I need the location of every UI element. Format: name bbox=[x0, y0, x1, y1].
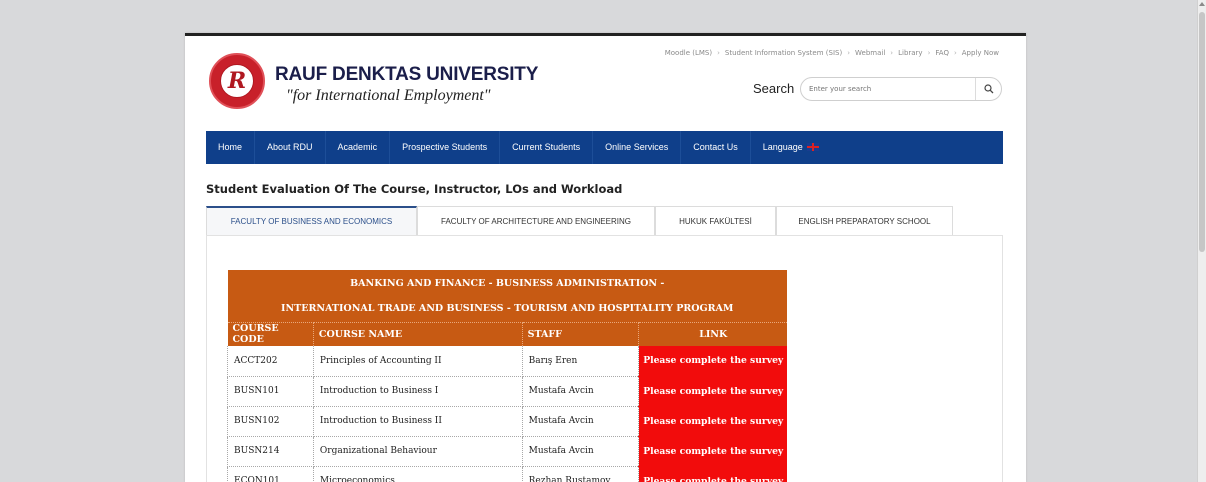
column-header-course-code: COURSE CODE bbox=[227, 321, 314, 346]
course-name: Introduction to Business II bbox=[312, 406, 523, 437]
table-row: BUSN101 Introduction to Business I Musta… bbox=[227, 376, 787, 407]
search-label: Search bbox=[753, 81, 795, 96]
nav-about-rdu[interactable]: About RDU bbox=[255, 131, 326, 164]
search-button[interactable] bbox=[975, 78, 1001, 100]
top-link-faq[interactable]: FAQ bbox=[935, 49, 949, 57]
column-header-course-name: COURSE NAME bbox=[313, 321, 523, 346]
course-table: BANKING AND FINANCE - BUSINESS ADMINISTR… bbox=[227, 270, 787, 482]
course-code: BUSN214 bbox=[227, 436, 314, 467]
tab-panel: BANKING AND FINANCE - BUSINESS ADMINISTR… bbox=[206, 235, 1003, 482]
nav-language[interactable]: Language bbox=[751, 131, 832, 164]
course-name: Microeconomics bbox=[312, 466, 523, 482]
nav-language-label: Language bbox=[762, 142, 803, 152]
page-container: R RAUF DENKTAS UNIVERSITY "for Internati… bbox=[185, 33, 1026, 482]
table-row: ACCT202 Principles of Accounting II Barı… bbox=[227, 346, 787, 377]
tab-hukuk-fakultesi[interactable]: HUKUK FAKÜLTESİ bbox=[655, 206, 776, 236]
top-link-sis[interactable]: Student Information System (SIS) bbox=[725, 49, 842, 57]
course-staff: Mustafa Avcin bbox=[521, 406, 640, 437]
top-link-apply-now[interactable]: Apply Now bbox=[962, 49, 999, 57]
nav-home[interactable]: Home bbox=[206, 131, 256, 164]
course-staff: Mustafa Avcin bbox=[521, 376, 640, 407]
university-logo[interactable]: R bbox=[209, 53, 265, 109]
tab-english-preparatory[interactable]: ENGLISH PREPARATORY SCHOOL bbox=[776, 206, 953, 236]
table-banner-row: BANKING AND FINANCE - BUSINESS ADMINISTR… bbox=[227, 270, 787, 296]
nav-prospective-students[interactable]: Prospective Students bbox=[390, 131, 501, 164]
separator: › bbox=[953, 49, 957, 57]
nav-online-services[interactable]: Online Services bbox=[593, 131, 682, 164]
survey-link[interactable]: Please complete the survey bbox=[638, 376, 787, 407]
table-row: ECON101 Microeconomics Rezhan Rustamov P… bbox=[227, 466, 787, 482]
university-name[interactable]: RAUF DENKTAS UNIVERSITY bbox=[275, 64, 538, 86]
table-row: BUSN102 Introduction to Business II Must… bbox=[227, 406, 787, 437]
course-code: ECON101 bbox=[227, 466, 314, 482]
page-title: Student Evaluation Of The Course, Instru… bbox=[206, 182, 623, 196]
nav-current-students[interactable]: Current Students bbox=[500, 131, 594, 164]
top-link-webmail[interactable]: Webmail bbox=[855, 49, 885, 57]
separator: › bbox=[927, 49, 931, 57]
separator: › bbox=[890, 49, 894, 57]
course-name: Introduction to Business I bbox=[312, 376, 523, 407]
separator: › bbox=[717, 49, 720, 57]
table-banner-line-1: BANKING AND FINANCE - BUSINESS ADMINISTR… bbox=[227, 270, 787, 296]
course-staff: Rezhan Rustamov bbox=[521, 466, 640, 482]
top-link-library[interactable]: Library bbox=[898, 49, 922, 57]
survey-link[interactable]: Please complete the survey bbox=[638, 406, 787, 437]
table-header-row: COURSE CODE COURSE NAME STAFF LINK bbox=[227, 321, 787, 346]
course-code: ACCT202 bbox=[227, 346, 314, 377]
course-code: BUSN102 bbox=[227, 406, 314, 437]
column-header-staff: STAFF bbox=[522, 321, 640, 346]
course-code: BUSN101 bbox=[227, 376, 314, 407]
table-banner-line-2: INTERNATIONAL TRADE AND BUSINESS - TOURI… bbox=[227, 296, 787, 322]
survey-link[interactable]: Please complete the survey bbox=[638, 466, 787, 482]
course-name: Principles of Accounting II bbox=[312, 346, 523, 377]
table-banner-row: INTERNATIONAL TRADE AND BUSINESS - TOURI… bbox=[227, 296, 787, 322]
scroll-up-icon[interactable] bbox=[1199, 2, 1205, 6]
tab-business-economics[interactable]: FACULTY OF BUSINESS AND ECONOMICS bbox=[206, 206, 417, 236]
vertical-scrollbar[interactable] bbox=[1197, 0, 1206, 482]
logo-letter: R bbox=[220, 64, 254, 98]
nav-academic[interactable]: Academic bbox=[326, 131, 391, 164]
survey-link[interactable]: Please complete the survey bbox=[638, 436, 787, 467]
top-links: Moodle (LMS) › Student Information Syste… bbox=[665, 49, 999, 57]
top-link-moodle[interactable]: Moodle (LMS) bbox=[665, 49, 712, 57]
course-name: Organizational Behaviour bbox=[312, 436, 523, 467]
scrollbar-thumb[interactable] bbox=[1199, 12, 1205, 252]
separator: › bbox=[847, 49, 851, 57]
column-header-link: LINK bbox=[638, 321, 787, 346]
search-input[interactable] bbox=[809, 82, 969, 96]
course-staff: Mustafa Avcin bbox=[521, 436, 640, 467]
nav-contact-us[interactable]: Contact Us bbox=[681, 131, 751, 164]
table-row: BUSN214 Organizational Behaviour Mustafa… bbox=[227, 436, 787, 467]
tab-architecture-engineering[interactable]: FACULTY OF ARCHITECTURE AND ENGINEERING bbox=[417, 206, 655, 236]
survey-link[interactable]: Please complete the survey bbox=[638, 346, 787, 377]
uk-flag-icon bbox=[807, 143, 820, 151]
search-icon bbox=[983, 84, 993, 94]
university-tagline: "for International Employment" bbox=[286, 87, 491, 104]
main-nav: Home About RDU Academic Prospective Stud… bbox=[206, 131, 1003, 164]
search-box bbox=[800, 77, 1002, 101]
course-staff: Barış Eren bbox=[521, 346, 640, 377]
